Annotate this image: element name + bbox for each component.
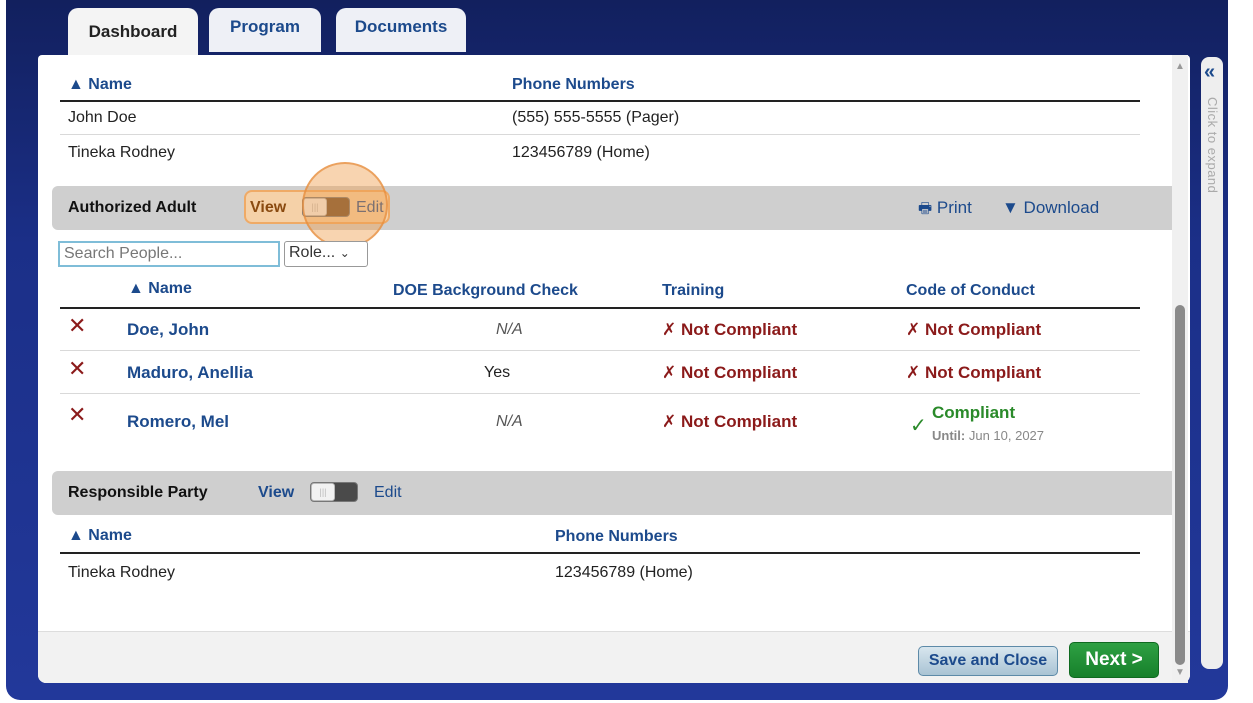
footer-bar: Save and Close Next > [38, 631, 1190, 683]
scroll-down-icon[interactable]: ▼ [1175, 667, 1185, 678]
download-link[interactable]: ▼ Download [1002, 198, 1099, 218]
x-icon: ✗ [906, 363, 925, 382]
print-link[interactable]: 🖶 Print [918, 198, 972, 223]
top-row-phone: (555) 555-5555 (Pager) [512, 109, 680, 126]
search-people-input[interactable] [58, 241, 280, 267]
role-select-value: Role... [289, 244, 336, 261]
aa-training-header: Training [662, 282, 725, 299]
click-to-expand-label: Click to expand [1205, 97, 1220, 194]
rp-row-name: Tineka Rodney [68, 564, 176, 581]
side-expand-panel[interactable]: « Click to expand [1201, 57, 1223, 669]
responsible-party-title: Responsible Party [68, 484, 208, 501]
code-status: ✗ Not Compliant [906, 363, 1042, 382]
code-status: Compliant [932, 403, 1016, 422]
top-row-phone: 123456789 (Home) [512, 144, 650, 161]
top-header-rule [60, 100, 1140, 102]
x-icon: ✗ [662, 363, 681, 382]
aa-code-header: Code of Conduct [906, 282, 1035, 299]
responsible-party-bar: Responsible Party View ||| Edit [52, 471, 1180, 515]
chevron-down-icon: ⌄ [339, 246, 350, 260]
aa-header-rule [60, 307, 1140, 309]
print-label: Print [936, 198, 972, 217]
training-status: ✗ Not Compliant [662, 363, 798, 382]
toggle-knob: ||| [311, 483, 335, 501]
tab-dashboard[interactable]: Dashboard [68, 8, 198, 60]
authorized-adult-bar: Authorized Adult View ||| Edit 🖶 Print ▼… [52, 162, 1180, 248]
aa-doe-header: DOE Background Check [393, 282, 578, 299]
training-status: ✗ Not Compliant [662, 320, 798, 339]
doe-check-value: Yes [484, 364, 511, 381]
role-select[interactable]: Role... ⌄ [284, 241, 368, 267]
printer-icon: 🖶 [918, 200, 933, 217]
x-icon: ✗ [662, 412, 681, 431]
tab-documents[interactable]: Documents [336, 8, 466, 52]
double-chevron-left-icon[interactable]: « [1204, 61, 1215, 84]
top-name-header[interactable]: ▲ Name [68, 76, 132, 94]
rp-name-header[interactable]: ▲ Name [68, 527, 132, 545]
compliant-until: Until: Jun 10, 2027 [932, 428, 1045, 443]
doe-check-value: N/A [496, 413, 523, 430]
click-highlight [302, 162, 388, 248]
row-divider [60, 393, 1140, 394]
remove-x-icon[interactable]: ✕ [68, 313, 86, 339]
rp-header-rule [60, 552, 1140, 554]
scroll-up-icon[interactable]: ▲ [1175, 61, 1185, 72]
row-divider [60, 350, 1140, 351]
view-label[interactable]: View [250, 199, 286, 217]
view-label[interactable]: View [258, 484, 294, 502]
remove-x-icon[interactable]: ✕ [68, 402, 86, 428]
aa-name-header[interactable]: ▲ Name [128, 280, 192, 298]
rp-row-phone: 123456789 (Home) [555, 564, 693, 581]
training-status: ✗ Not Compliant [662, 412, 798, 431]
row-divider [60, 134, 1140, 135]
remove-x-icon[interactable]: ✕ [68, 356, 86, 382]
top-row-name: Tineka Rodney [68, 144, 176, 161]
scroll-thumb[interactable] [1175, 305, 1185, 665]
person-link[interactable]: Maduro, Anellia [127, 363, 253, 383]
tab-program[interactable]: Program [209, 8, 321, 52]
main-panel: ▲ Name Phone Numbers John Doe (555) 555-… [38, 55, 1190, 683]
person-link[interactable]: Romero, Mel [127, 412, 229, 432]
x-icon: ✗ [662, 320, 681, 339]
x-icon: ✗ [906, 320, 925, 339]
view-edit-toggle[interactable]: ||| [310, 482, 358, 502]
edit-label[interactable]: Edit [374, 484, 402, 502]
authorized-adult-title: Authorized Adult [68, 199, 197, 216]
next-button[interactable]: Next > [1069, 642, 1159, 678]
scrollbar[interactable]: ▲ ▼ [1172, 55, 1188, 683]
code-status: ✗ Not Compliant [906, 320, 1042, 339]
top-phone-header: Phone Numbers [512, 76, 635, 93]
checkmark-icon: ✓ [910, 415, 927, 437]
person-link[interactable]: Doe, John [127, 320, 209, 340]
save-and-close-button[interactable]: Save and Close [918, 646, 1058, 676]
doe-check-value: N/A [496, 321, 523, 338]
top-row-name[interactable]: John Doe [68, 109, 137, 127]
rp-phone-header: Phone Numbers [555, 528, 678, 545]
